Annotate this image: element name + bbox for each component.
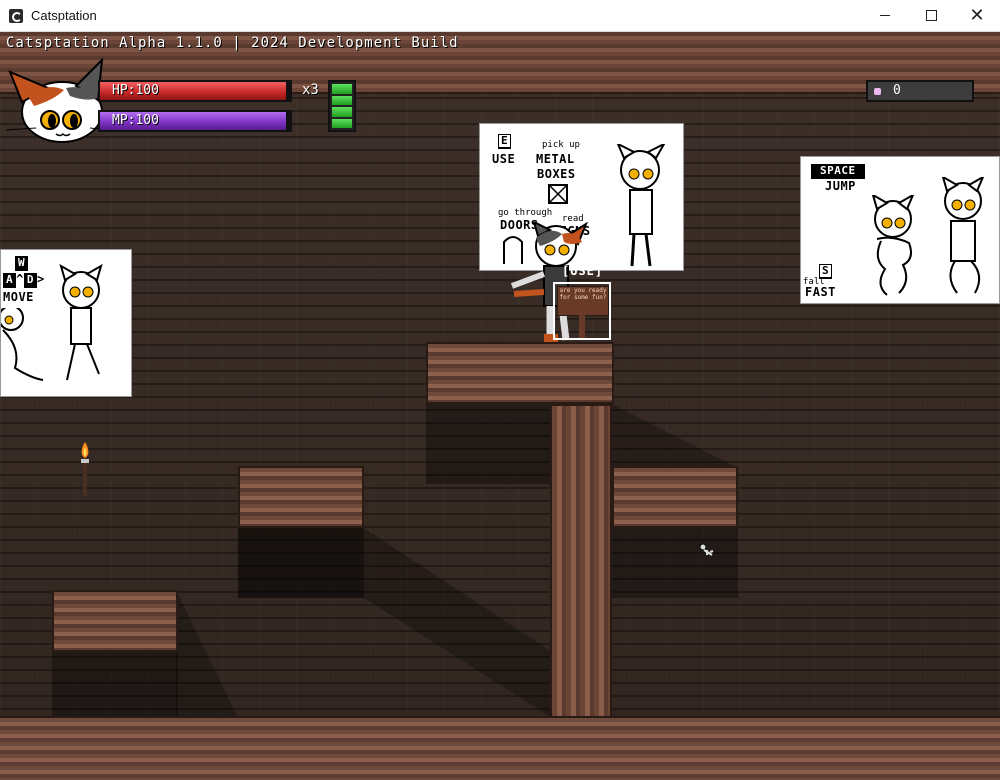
key-e: E <box>498 134 512 149</box>
use-label: USE <box>492 152 516 166</box>
up-arrow-icon: ˅ <box>836 154 843 167</box>
stamina-segment <box>332 95 352 105</box>
gem-icon <box>874 87 881 95</box>
cat-illustration <box>616 144 666 267</box>
cat-illustration <box>871 195 915 296</box>
mp-bar-end <box>286 110 292 132</box>
key-s: S <box>819 264 833 279</box>
jump-label: JUMP <box>825 179 856 193</box>
player-portrait <box>5 57 108 143</box>
top-platform <box>426 342 614 404</box>
key-down: ^ <box>16 272 24 286</box>
use-prompt: [USE] <box>562 264 604 278</box>
low-platform <box>52 590 178 652</box>
stamina-segment <box>332 84 352 94</box>
signpost[interactable]: are you ready for some fun? <box>553 282 611 340</box>
app-icon <box>9 8 23 23</box>
torch-icon <box>81 442 89 496</box>
cat-illustration <box>1 308 44 381</box>
key-a: A <box>3 273 17 288</box>
wooden-pillar <box>550 404 612 718</box>
tutorial-sign-jump: SPACE JUMP fall S FAST <box>800 156 1000 304</box>
window-titlebar: Catsptation ✕ <box>0 0 1000 32</box>
right-platform <box>612 466 738 528</box>
left-platform <box>238 466 364 528</box>
close-button[interactable]: ✕ <box>954 0 1000 31</box>
hp-bar-end <box>286 80 292 102</box>
move-label: MOVE <box>3 290 34 304</box>
pickup-label-1: METAL <box>536 152 575 166</box>
game-viewport[interactable]: Catsptation Alpha 1.1.0 | 2024 Developme… <box>0 32 1000 780</box>
metal-box-icon <box>548 184 568 204</box>
doors-small: go through <box>498 208 553 218</box>
cat-illustration <box>59 264 103 381</box>
minimize-button[interactable] <box>862 0 908 31</box>
fish-bone-icon <box>699 543 714 556</box>
hp-bar: HP:100 <box>98 80 290 102</box>
pickup-small: pick up <box>542 140 580 150</box>
key-w: W <box>15 256 29 271</box>
cat-illustration <box>941 177 985 294</box>
pickup-label-2: BOXES <box>537 167 576 181</box>
lives-counter: x3 <box>302 82 319 98</box>
fast-label: FAST <box>805 285 836 299</box>
stamina-segment <box>332 118 352 128</box>
key-d: D <box>23 273 37 288</box>
gem-count: 0 <box>893 83 901 98</box>
maximize-button[interactable] <box>908 0 954 31</box>
stamina-segment <box>332 107 352 117</box>
stamina-meter <box>328 80 356 132</box>
window-title: Catsptation <box>31 8 97 23</box>
floor <box>0 716 1000 780</box>
mp-bar: MP:100 <box>98 110 290 132</box>
gem-counter: 0 <box>866 80 974 102</box>
tutorial-sign-move: W A ^ D > MOVE <box>0 249 132 397</box>
signpost-text: are you ready for some fun? <box>557 286 609 316</box>
